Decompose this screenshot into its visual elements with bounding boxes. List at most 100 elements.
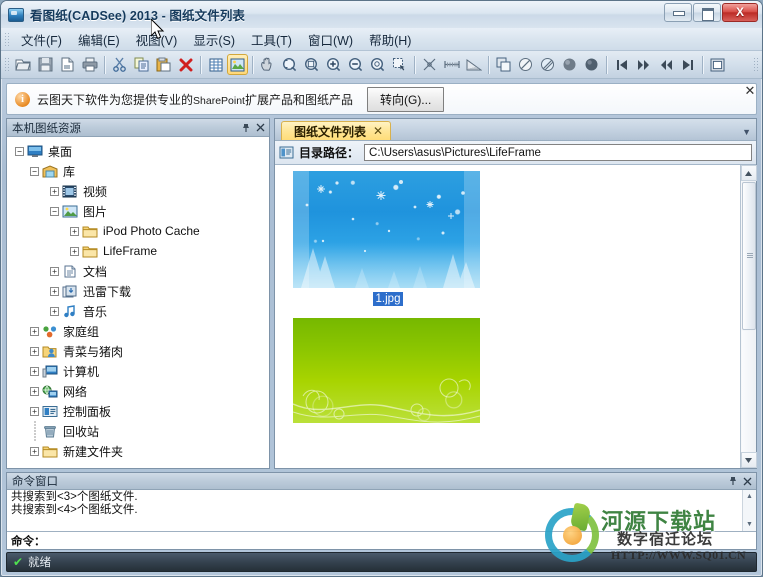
tree-item-new-folder[interactable]: + 新建文件夹 (11, 441, 267, 461)
next-fast-icon[interactable] (633, 54, 654, 75)
copy-icon[interactable] (131, 54, 152, 75)
command-scrollbar[interactable]: ▲ ▼ (742, 490, 756, 531)
expander-toggle[interactable]: + (28, 346, 41, 356)
save-as-icon[interactable] (57, 54, 78, 75)
tab-close-icon[interactable]: ✕ (373, 124, 383, 138)
tree-item-pictures[interactable]: − 图片 (11, 201, 267, 221)
file-list[interactable]: 1.jpg (275, 165, 740, 468)
delete-icon[interactable] (175, 54, 196, 75)
image-list-icon[interactable] (227, 54, 248, 75)
hatch-off-icon[interactable] (515, 54, 536, 75)
expander-toggle[interactable]: + (48, 306, 61, 316)
close-icon[interactable] (253, 121, 267, 135)
menu-display[interactable]: 显示(S) (185, 27, 243, 52)
menu-help[interactable]: 帮助(H) (361, 27, 419, 52)
file-list-scrollbar[interactable] (740, 165, 757, 468)
open-icon[interactable] (13, 54, 34, 75)
tree-item-recycle-bin[interactable]: 回收站 (11, 421, 267, 441)
command-input[interactable]: 命令： (7, 531, 756, 549)
menu-edit[interactable]: 编辑(E) (70, 27, 128, 52)
scroll-down-arrow[interactable] (740, 452, 757, 468)
tree-item-control-panel[interactable]: + 控制面板 (11, 401, 267, 421)
tree-item-lifeframe[interactable]: + LifeFrame (11, 241, 267, 261)
minimize-button[interactable] (664, 3, 692, 22)
tab-drawing-file-list[interactable]: 图纸文件列表 ✕ (281, 121, 392, 140)
close-button[interactable]: X (722, 3, 758, 22)
path-input[interactable]: C:\Users\asus\Pictures\LifeFrame (364, 144, 752, 161)
chevron-down-icon[interactable]: ▼ (742, 127, 751, 137)
expander-toggle[interactable]: + (48, 266, 61, 276)
maximize-button[interactable] (693, 3, 721, 22)
zoom-window-icon[interactable] (279, 54, 300, 75)
tree-item-music[interactable]: + 音乐 (11, 301, 267, 321)
prev-fast-icon[interactable] (655, 54, 676, 75)
tree-item-desktop[interactable]: − 桌面 (11, 141, 267, 161)
menu-window[interactable]: 窗口(W) (300, 27, 361, 52)
tree-item-ipod-photo-cache[interactable]: + iPod Photo Cache (11, 221, 267, 241)
measure-angle-icon[interactable] (463, 54, 484, 75)
pin-icon[interactable] (239, 121, 253, 135)
tree-item-user-profile[interactable]: + 青菜与猪肉 (11, 341, 267, 361)
expander-toggle[interactable]: + (28, 406, 41, 416)
close-icon[interactable] (740, 474, 754, 488)
expander-toggle[interactable]: + (28, 326, 41, 336)
tree-item-computer[interactable]: + 计算机 (11, 361, 267, 381)
tree-item-thunder-download[interactable]: + 迅雷下载 (11, 281, 267, 301)
paste-icon[interactable] (153, 54, 174, 75)
resource-tree[interactable]: − 桌面 − 库 + 视频 − 图片 + iPod Photo Cache + … (7, 137, 269, 468)
scroll-up-arrow[interactable]: ▲ (743, 490, 756, 503)
first-icon[interactable] (611, 54, 632, 75)
table-icon[interactable] (205, 54, 226, 75)
tree-item-homegroup[interactable]: + 家庭组 (11, 321, 267, 341)
tree-item-network[interactable]: + 网络 (11, 381, 267, 401)
tree-item-library[interactable]: − 库 (11, 161, 267, 181)
file-name-label[interactable]: 1.jpg (372, 292, 404, 306)
fullscreen-icon[interactable] (707, 54, 728, 75)
hatch-on-icon[interactable] (537, 54, 558, 75)
cut-icon[interactable] (109, 54, 130, 75)
notification-close-icon[interactable]: ✕ (742, 83, 758, 99)
zoom-previous-icon[interactable] (367, 54, 388, 75)
file-thumbnail[interactable] (293, 318, 480, 423)
menu-file[interactable]: 文件(F) (13, 27, 70, 52)
last-icon[interactable] (677, 54, 698, 75)
measure-distance-icon[interactable] (441, 54, 462, 75)
expander-toggle[interactable]: + (48, 186, 61, 196)
pin-icon[interactable] (726, 474, 740, 488)
tree-item-documents[interactable]: + 文档 (11, 261, 267, 281)
scroll-down-arrow[interactable]: ▼ (743, 518, 756, 531)
menu-view[interactable]: 视图(V) (128, 27, 186, 52)
expander-toggle[interactable]: + (48, 286, 61, 296)
zoom-in-icon[interactable] (323, 54, 344, 75)
file-item[interactable]: 1.jpg (293, 171, 483, 306)
layer-icon[interactable] (493, 54, 514, 75)
menu-grip[interactable] (4, 32, 11, 46)
toolbar-overflow[interactable] (753, 56, 760, 73)
expander-toggle[interactable]: − (28, 166, 41, 176)
file-thumbnail[interactable] (293, 171, 480, 288)
goto-button[interactable]: 转向(G)... (366, 86, 445, 112)
menu-tools[interactable]: 工具(T) (243, 27, 300, 52)
expander-toggle[interactable]: + (68, 226, 81, 236)
zoom-selection-icon[interactable] (389, 54, 410, 75)
expander-toggle[interactable]: − (13, 146, 26, 156)
toolbar-grip[interactable] (4, 56, 11, 73)
expander-toggle[interactable]: − (48, 206, 61, 216)
expander-toggle[interactable]: + (28, 446, 41, 456)
expander-toggle[interactable]: + (28, 386, 41, 396)
scroll-trough[interactable] (741, 331, 756, 452)
pan-icon[interactable] (257, 54, 278, 75)
zoom-out-icon[interactable] (345, 54, 366, 75)
file-item[interactable] (293, 318, 483, 423)
expander-toggle[interactable]: + (28, 366, 41, 376)
measure-point-icon[interactable] (419, 54, 440, 75)
shade-gray-icon[interactable] (559, 54, 580, 75)
tree-item-videos[interactable]: + 视频 (11, 181, 267, 201)
expander-toggle[interactable]: + (68, 246, 81, 256)
scroll-thumb[interactable] (741, 182, 756, 330)
scroll-up-arrow[interactable] (740, 165, 757, 181)
shade-dark-icon[interactable] (581, 54, 602, 75)
print-icon[interactable] (79, 54, 100, 75)
save-icon[interactable] (35, 54, 56, 75)
zoom-extents-icon[interactable] (301, 54, 322, 75)
